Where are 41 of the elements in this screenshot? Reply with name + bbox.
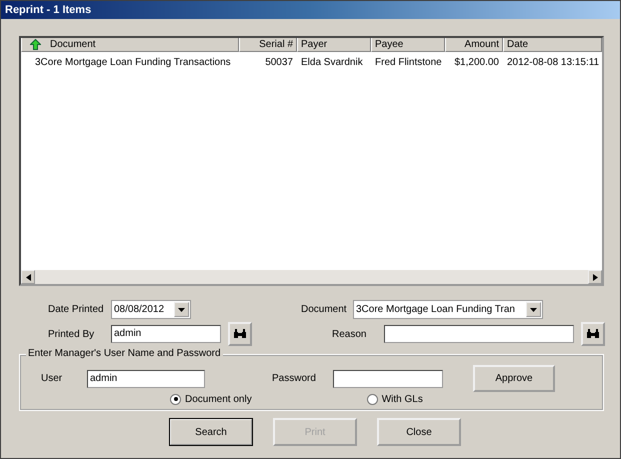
column-header[interactable]: Payer [297, 38, 371, 52]
table-cell-text: 2012-08-08 13:15:11 [506, 56, 600, 70]
field-label: Date Printed [48, 304, 105, 315]
column-header[interactable]: Serial # [239, 38, 297, 52]
radio-option[interactable]: Document only [170, 392, 252, 406]
action-button[interactable]: Close [377, 418, 461, 446]
table-cell-text: Fred Flintstone [374, 56, 443, 70]
printed-by-field[interactable]: admin [111, 325, 221, 343]
column-header[interactable]: Amount [445, 38, 503, 52]
table-cell-text: Elda Svardnik [300, 56, 364, 70]
reason-field[interactable] [384, 325, 574, 343]
dropdown-arrow-icon [178, 308, 185, 312]
user-field[interactable]: admin [87, 370, 205, 388]
radio-option[interactable]: With GLs [366, 392, 423, 406]
sort-up-icon [30, 39, 41, 50]
password-field[interactable] [333, 370, 443, 388]
approve-button[interactable]: Approve [473, 365, 555, 392]
date-dropdown[interactable]: 08/08/2012 [111, 300, 191, 319]
table-cell-text: 3Core Mortgage Loan Funding Transactions [34, 56, 232, 70]
binoculars-button[interactable] [581, 322, 605, 346]
left-arrow-icon[interactable] [26, 274, 30, 280]
action-button[interactable]: Search [169, 418, 253, 446]
field-label: Reason [332, 328, 368, 340]
column-header[interactable]: Date [503, 38, 602, 52]
binoculars-button[interactable] [228, 322, 252, 346]
table-cell-text: $1,200.00 [454, 56, 500, 70]
document-dropdown[interactable]: 3Core Mortgage Loan Funding Tran [353, 300, 543, 319]
field-label: Printed By [48, 328, 96, 340]
window-title: Reprint - 1 Items [1, 1, 620, 19]
field-label: Document [301, 304, 348, 315]
binoculars-icon [233, 329, 247, 339]
group-title: Enter Manager's User Name and Password [26, 348, 223, 359]
field-label: Password [272, 373, 317, 384]
field-label: User [41, 373, 64, 384]
right-arrow-icon[interactable] [592, 274, 598, 280]
table-cell-text: 50037 [264, 56, 294, 70]
column-header[interactable]: Document [21, 38, 239, 52]
column-header[interactable]: Payee [371, 38, 445, 52]
horizontal-scrollbar[interactable] [21, 270, 602, 284]
dropdown-arrow-icon [530, 308, 537, 312]
binoculars-icon [586, 329, 600, 339]
